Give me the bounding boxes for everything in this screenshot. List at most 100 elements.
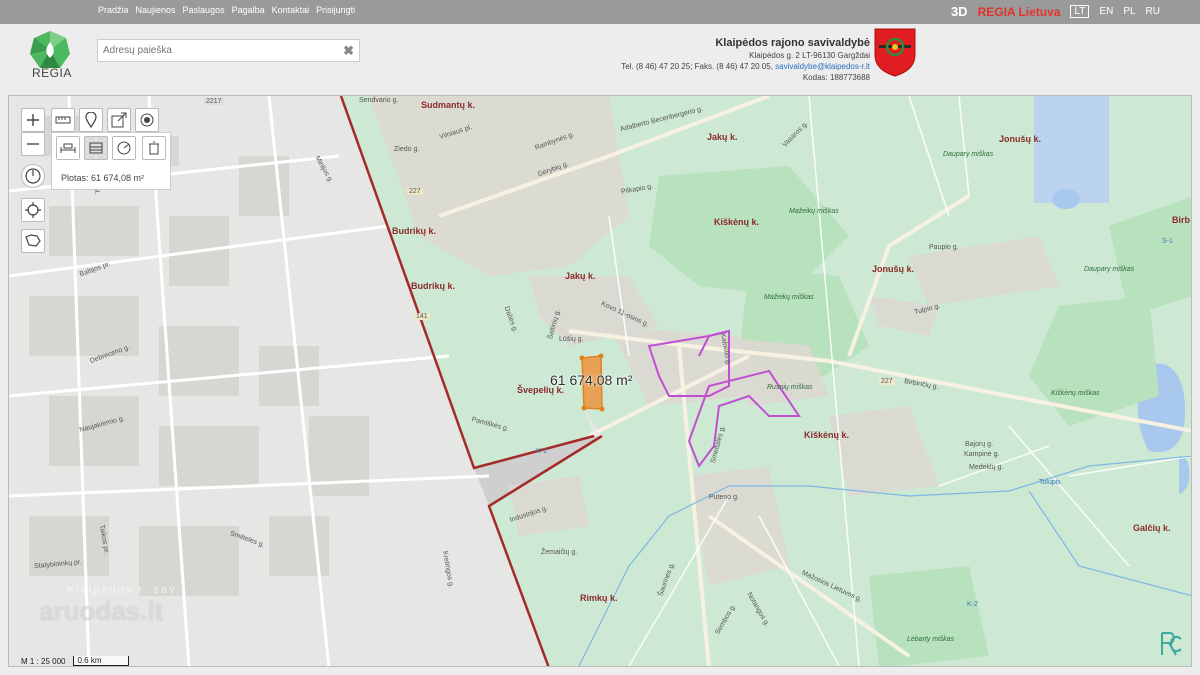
regia-lietuva-link[interactable]: REGIA Lietuva xyxy=(978,5,1061,19)
marker-tool-button[interactable] xyxy=(79,108,103,132)
measure-area-button[interactable] xyxy=(84,136,108,160)
municipality-code: Kodas: 188773688 xyxy=(802,73,870,82)
region-button[interactable] xyxy=(21,229,45,253)
place-label: Galčių k. xyxy=(1133,523,1171,533)
scale-bar: 0.6 km xyxy=(73,656,129,666)
export-icon xyxy=(111,112,127,128)
locate-button[interactable] xyxy=(21,198,45,222)
municipality-phone: Tel. (8 46) 47 20 25; Faks. (8 46) 47 20… xyxy=(621,62,773,71)
forest-label: Lėbarty miškas xyxy=(907,636,955,643)
road-number: 141 xyxy=(414,313,430,320)
right-nav: 3D REGIA Lietuva LT EN PL RU xyxy=(951,4,1160,19)
place-label: Jonušų k. xyxy=(872,264,915,274)
nav-link-naujienos[interactable]: Naujienos xyxy=(136,5,176,15)
road-number: 227 xyxy=(407,188,423,195)
municipality-email[interactable]: savivaldybe@klaipedos-r.lt xyxy=(775,62,870,71)
municipality-crest-icon xyxy=(874,28,916,77)
forest-label: Kiškėnų miškas xyxy=(1051,390,1100,397)
watermark-subtitle: Klaipėdos r. sav. xyxy=(67,584,181,596)
street-label: Puteno g. xyxy=(709,494,739,501)
street-label: Lūšių g. xyxy=(559,336,584,343)
forest-label: Mažeikų miškas xyxy=(764,294,814,301)
minus-icon xyxy=(27,143,39,145)
measure-distance-button[interactable] xyxy=(56,136,80,160)
search-clear-icon[interactable]: ✖ xyxy=(343,43,354,59)
place-label: Rimkų k. xyxy=(580,593,618,603)
export-tool-button[interactable] xyxy=(107,108,131,132)
pin-icon xyxy=(85,112,97,128)
street-label: Žemaičių g. xyxy=(541,549,578,556)
municipality-name: Klaipėdos rajono savivaldybė xyxy=(715,37,870,49)
compass-button[interactable] xyxy=(21,164,45,188)
aruodas-watermark: aruodas.lt xyxy=(39,596,164,626)
address-search: ✖ xyxy=(97,39,360,62)
place-label: Kiškėnų k. xyxy=(714,217,760,227)
place-label: Jonušų k. xyxy=(999,134,1042,144)
street-label: Sendvario g. xyxy=(359,97,399,104)
road-number: K-1 xyxy=(536,448,547,455)
lang-lt[interactable]: LT xyxy=(1070,5,1090,18)
3d-button[interactable]: 3D xyxy=(951,4,968,19)
municipality-address: Klaipėdos g. 2 LT-96130 Gargždai xyxy=(749,51,870,60)
street-label: Tolupis xyxy=(1039,479,1061,486)
radius-icon xyxy=(117,141,131,155)
top-navigation-bar: Pradžia Naujienos Paslaugos Pagalba Kont… xyxy=(0,0,1200,24)
scale-indicator: M 1 : 25 000 0.6 km xyxy=(21,656,129,666)
road-number: 227 xyxy=(879,378,895,385)
road-number: K-2 xyxy=(967,601,978,608)
map-region-icon xyxy=(25,234,41,247)
scale-ratio: M 1 : 25 000 xyxy=(21,656,66,666)
road-number: S-1 xyxy=(1162,238,1173,245)
header: REGIA ✖ Klaipėdos rajono savivaldybė Kla… xyxy=(0,24,1200,94)
zoom-in-button[interactable] xyxy=(21,108,45,132)
forest-label: Daupary miškas xyxy=(1084,266,1135,273)
record-tool-button[interactable] xyxy=(135,108,159,132)
top-nav-links: Pradžia Naujienos Paslaugos Pagalba Kont… xyxy=(98,5,355,15)
forest-label: Mažeikų miškas xyxy=(789,208,839,215)
place-label: Jakų k. xyxy=(707,132,738,142)
trash-icon xyxy=(149,141,159,155)
street-label: Medeklų g. xyxy=(969,464,1004,471)
place-label: Sudmantų k. xyxy=(421,100,476,110)
place-label: Budrikų k. xyxy=(392,226,437,236)
plus-icon xyxy=(27,114,39,126)
measure-panel: Plotas: 61 674,08 m² xyxy=(51,132,171,190)
nav-link-prisijungti[interactable]: Prisijungti xyxy=(316,5,355,15)
place-label: Kiškėnų k. xyxy=(804,430,850,440)
ruler-tool-button[interactable] xyxy=(51,108,75,132)
measured-area-label: 61 674,08 m² xyxy=(550,372,633,388)
nav-link-pagalba[interactable]: Pagalba xyxy=(232,5,265,15)
nav-link-pradzia[interactable]: Pradžia xyxy=(98,5,129,15)
lang-en[interactable]: EN xyxy=(1099,6,1113,17)
zoom-out-button[interactable] xyxy=(21,132,45,156)
lang-pl[interactable]: PL xyxy=(1123,6,1135,17)
municipality-contacts: Tel. (8 46) 47 20 25; Faks. (8 46) 47 20… xyxy=(621,62,870,71)
regia-logo-icon[interactable] xyxy=(28,30,72,70)
forest-label: Rusnių miškas xyxy=(767,384,813,391)
lang-ru[interactable]: RU xyxy=(1146,6,1160,17)
nav-link-kontaktai[interactable]: Kontaktai xyxy=(272,5,310,15)
map-view[interactable]: Sudmantų k. Jakų k. Jonušų k. Budrikų k.… xyxy=(8,95,1192,667)
place-label: Birb xyxy=(1172,215,1190,225)
measure-line-icon xyxy=(60,143,76,153)
measure-area-icon xyxy=(89,142,103,154)
place-label: Budrikų k. xyxy=(411,281,456,291)
compass-icon xyxy=(25,168,41,184)
measure-result: Plotas: 61 674,08 m² xyxy=(61,173,145,183)
registru-centras-logo-icon xyxy=(1161,632,1182,656)
road-number: 2217 xyxy=(204,98,224,105)
forest-label: Daupary miškas xyxy=(943,151,994,158)
municipality-info: Klaipėdos rajono savivaldybė Klaipėdos g… xyxy=(621,37,870,82)
place-label: Jakų k. xyxy=(565,271,596,281)
address-search-input[interactable] xyxy=(98,40,328,61)
regia-logo-text: REGIA xyxy=(32,66,72,80)
measure-radius-button[interactable] xyxy=(112,136,136,160)
street-label: Paupio g. xyxy=(929,244,959,251)
target-icon xyxy=(140,113,154,127)
ruler-icon xyxy=(55,116,71,124)
street-label: Bajorų g. xyxy=(965,441,994,448)
street-label: Ziedo g. xyxy=(394,146,420,153)
delete-measure-button[interactable] xyxy=(142,136,166,160)
nav-link-paslaugos[interactable]: Paslaugos xyxy=(183,5,225,15)
street-label: Kampinė g. xyxy=(964,451,1000,458)
